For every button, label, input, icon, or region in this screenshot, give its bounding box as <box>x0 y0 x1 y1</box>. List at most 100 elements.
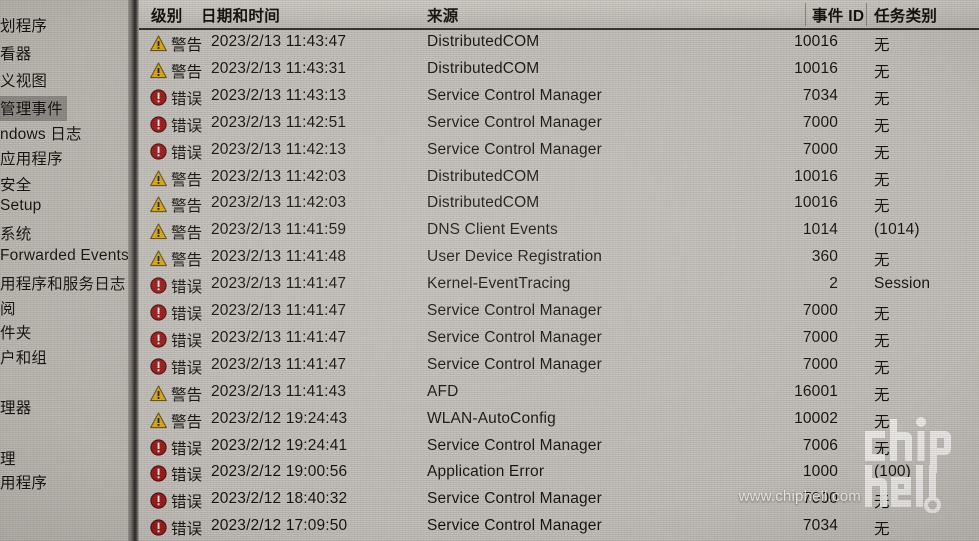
cell-source: Service Control Manager <box>427 436 602 454</box>
column-header-task_category[interactable]: 任务类别 <box>874 4 937 26</box>
cell-event-id: 7000 <box>802 302 838 319</box>
table-row[interactable]: 警告 2023/2/13 11:42:03 DistributedCOM 10016 无 <box>139 165 979 192</box>
console-tree-panel[interactable]: 划程序看器义视图管理事件 ndows 日志 应用程序安全 Setup 系统 Forward… <box>0 0 128 541</box>
cell-datetime: 2023/2/12 19:24:43 <box>211 409 348 427</box>
table-row[interactable]: 错误 2023/2/12 19:24:41 Service Control Mana… <box>139 434 979 461</box>
cell-event-id: 360 <box>811 248 838 266</box>
cell-task-category: 无 <box>874 306 890 323</box>
cell-datetime: 2023/2/13 11:42:13 <box>211 140 347 158</box>
cell-datetime: 2023/2/13 11:41:59 <box>211 221 347 239</box>
cell-task-category: 无 <box>874 252 890 270</box>
cell-event-id: 7034 <box>802 517 838 535</box>
sidebar-item-14[interactable]: 理器 <box>0 396 31 418</box>
sidebar-item-3[interactable]: 管理事件 <box>0 96 67 121</box>
cell-datetime: 2023/2/13 11:41:47 <box>211 302 347 319</box>
table-row[interactable]: 错误 2023/2/13 11:43:13 Service Control Mana… <box>139 84 979 111</box>
error-icon <box>150 277 167 294</box>
sidebar-item-7[interactable]: Setup <box>0 197 42 215</box>
cell-datetime: 2023/2/12 19:24:41 <box>211 436 348 454</box>
sidebar-item-5[interactable]: 应用程序 <box>0 147 63 169</box>
sidebar-item-0[interactable]: 划程序 <box>0 14 47 36</box>
table-row[interactable]: 错误 2023/2/13 11:41:47 Kernel-EventTracing 2… <box>139 272 979 299</box>
table-row[interactable]: 错误 2023/2/13 11:42:13 Service Control Mana… <box>139 138 979 165</box>
warning-icon <box>150 412 167 429</box>
error-icon <box>150 438 167 456</box>
cell-level: 错误 <box>171 279 203 297</box>
warning-icon <box>150 35 167 52</box>
cell-datetime: 2023/2/13 11:41:48 <box>211 248 347 266</box>
chiphell-logo-icon <box>865 417 951 513</box>
cell-event-id: 10016 <box>794 194 838 212</box>
cell-source: Service Control Manager <box>427 490 602 508</box>
error-icon <box>150 519 167 536</box>
event-list-rows[interactable]: 警告 2023/2/13 11:43:47 DistributedCOM 10016 无… <box>139 30 979 541</box>
table-row[interactable]: 错误 2023/2/12 17:09:50 Service Control Mana… <box>139 514 979 541</box>
cell-datetime: 2023/2/13 11:42:51 <box>211 113 347 131</box>
panel-splitter[interactable] <box>128 0 139 541</box>
sidebar-item-13[interactable]: 户和组 <box>0 346 47 368</box>
cell-event-id: 16001 <box>794 382 838 400</box>
column-header-datetime[interactable]: 日期和时间 <box>201 4 280 26</box>
cell-source: DistributedCOM <box>427 33 540 50</box>
error-icon <box>150 492 167 509</box>
cell-level: 警告 <box>171 63 203 81</box>
cell-source: DistributedCOM <box>427 59 540 77</box>
warning-icon <box>150 196 167 213</box>
table-row[interactable]: 警告 2023/2/13 11:42:03 DistributedCOM 10016 无 <box>139 191 979 218</box>
table-row[interactable]: 错误 2023/2/13 11:41:47 Service Control Mana… <box>139 299 979 326</box>
sidebar-item-8[interactable]: 系统 <box>0 222 31 244</box>
cell-event-id: 2 <box>829 275 838 293</box>
table-row[interactable]: 警告 2023/2/13 11:41:59 DNS Client Events 101… <box>139 218 979 245</box>
table-row[interactable]: 警告 2023/2/12 19:24:43 WLAN-AutoConfig 10002… <box>139 407 979 434</box>
table-row[interactable]: 错误 2023/2/13 11:41:47 Service Control Mana… <box>139 326 979 353</box>
warning-icon <box>150 223 167 240</box>
warning-icon <box>150 250 167 267</box>
column-resize-handle-1[interactable] <box>866 3 867 26</box>
table-row[interactable]: 警告 2023/2/13 11:43:47 DistributedCOM 10016 无 <box>139 30 979 57</box>
sidebar-item-9[interactable]: Forwarded Events <box>0 247 128 265</box>
cell-task-category: 无 <box>874 117 890 135</box>
event-list-panel[interactable]: 级别 日期和时间 来源 事件 ID 任务类别 警告 2023/2/13 11:43:47 D… <box>139 0 979 541</box>
table-row[interactable]: 警告 2023/2/13 11:43:31 DistributedCOM 10016 无 <box>139 57 979 84</box>
sidebar-item-12[interactable]: 件夹 <box>0 321 31 343</box>
sidebar-item-2[interactable]: 义视图 <box>0 69 47 91</box>
table-row[interactable]: 警告 2023/2/13 11:41:43 AFD 16001 无 <box>139 380 979 407</box>
cell-datetime: 2023/2/13 11:42:03 <box>211 194 347 212</box>
cell-event-id: 1014 <box>802 221 838 239</box>
cell-task-category: Session <box>874 275 931 293</box>
cell-source: Service Control Manager <box>427 328 602 346</box>
table-row[interactable]: 错误 2023/2/13 11:42:51 Service Control Mana… <box>139 111 979 138</box>
sidebar-item-15[interactable]: 理 <box>0 447 16 469</box>
cell-source: User Device Registration <box>427 248 603 266</box>
sidebar-item-16[interactable]: 用程序 <box>0 471 47 493</box>
sidebar-item-10[interactable]: 用程序和服务日志 <box>0 272 126 294</box>
table-row[interactable]: 警告 2023/2/13 11:41:48 User Device Registra… <box>139 245 979 272</box>
cell-level: 错误 <box>171 90 203 108</box>
event-list-header[interactable]: 级别 日期和时间 来源 事件 ID 任务类别 <box>139 0 979 29</box>
column-header-source[interactable]: 来源 <box>427 4 459 26</box>
cell-task-category: 无 <box>874 171 890 189</box>
warning-icon <box>150 169 167 187</box>
column-header-event_id[interactable]: 事件 ID <box>812 4 864 26</box>
cell-source: Service Control Manager <box>427 86 602 104</box>
warning-icon <box>150 62 167 79</box>
column-resize-handle-0[interactable] <box>805 3 806 26</box>
watermark-url: www.chiphell.com <box>738 488 861 505</box>
cell-event-id: 7034 <box>802 86 838 104</box>
cell-datetime: 2023/2/13 11:41:43 <box>211 382 347 400</box>
sidebar-item-11[interactable]: 阅 <box>0 297 16 319</box>
cell-source: Service Control Manager <box>427 355 602 373</box>
table-row[interactable]: 错误 2023/2/12 19:00:56 Application Error 100… <box>139 460 979 487</box>
sidebar-item-4[interactable]: ndows 日志 <box>0 122 82 144</box>
cell-datetime: 2023/2/13 11:41:47 <box>211 328 347 346</box>
column-header-level[interactable]: 级别 <box>151 4 183 26</box>
sidebar-item-1[interactable]: 看器 <box>0 42 31 64</box>
sidebar-item-6[interactable]: 安全 <box>0 173 31 195</box>
cell-task-category: 无 <box>874 90 890 108</box>
table-row[interactable]: 错误 2023/2/13 11:41:47 Service Control Mana… <box>139 353 979 380</box>
cell-datetime: 2023/2/12 17:09:50 <box>211 517 348 535</box>
cell-event-id: 7006 <box>802 436 838 454</box>
cell-event-id: 10016 <box>794 167 838 185</box>
cell-datetime: 2023/2/13 11:41:47 <box>211 275 347 293</box>
error-icon <box>150 116 167 133</box>
